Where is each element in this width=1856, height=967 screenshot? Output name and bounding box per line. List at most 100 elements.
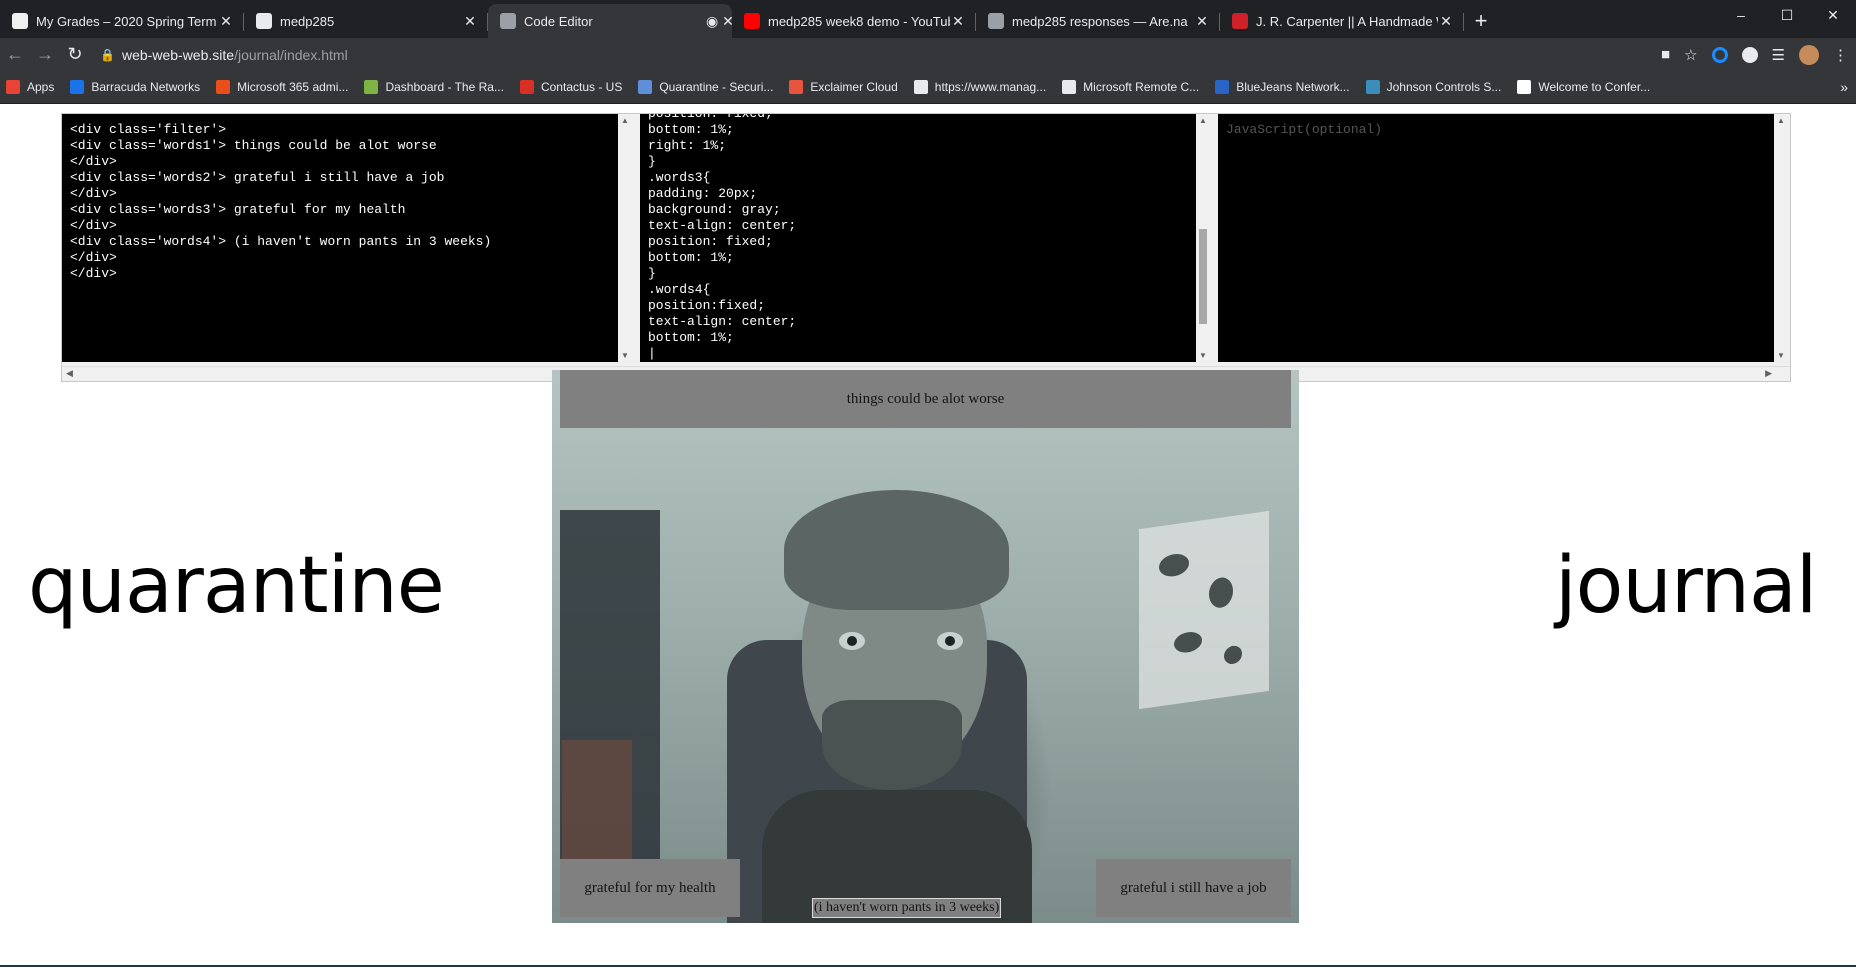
lock-icon: 🔒 — [100, 47, 115, 62]
extension-icon[interactable] — [1711, 46, 1728, 63]
maximize-icon[interactable]: ☐ — [1764, 0, 1810, 30]
html-code: <div class='filter'> <div class='words1'… — [70, 122, 492, 281]
bookmark-item[interactable]: Quarantine - Securi... — [638, 80, 773, 94]
close-window-icon[interactable]: ✕ — [1810, 0, 1856, 30]
words4-caption: (i haven't worn pants in 3 weeks) — [812, 898, 1002, 918]
html-scrollbar[interactable]: ▲ ▼ — [618, 114, 632, 362]
html-editor-pane[interactable]: <div class='filter'> <div class='words1'… — [62, 114, 618, 362]
bitwarden-icon[interactable] — [1741, 46, 1758, 63]
bookmark-icon — [1062, 80, 1077, 94]
bookmark-icon — [638, 80, 653, 94]
avatar[interactable] — [1799, 44, 1819, 65]
reload-icon[interactable]: ↻ — [60, 44, 90, 65]
arena-icon — [988, 13, 1004, 29]
bookmark-label: Johnson Controls S... — [1386, 80, 1502, 94]
bookmark-icon — [364, 80, 379, 94]
bookmark-label: Microsoft 365 admi... — [237, 80, 349, 94]
browser-tab[interactable]: My Grades – 2020 Spring Term (✕ — [0, 4, 244, 38]
code-editor: <div class='filter'> <div class='words1'… — [61, 113, 1791, 382]
bookmarks-bar: Apps Barracuda Networks Microsoft 365 admi… — [0, 71, 1856, 104]
camera-icon[interactable]: ■ — [1661, 46, 1670, 63]
js-editor-pane[interactable]: JavaScript(optional) — [1218, 114, 1774, 362]
tab-title: medp285 — [280, 13, 335, 29]
bookmark-icon — [1517, 80, 1532, 94]
bookmark-item[interactable]: Microsoft 365 admi... — [216, 80, 348, 94]
bookmark-label: Dashboard - The Ra... — [385, 80, 504, 94]
browser-tab[interactable]: J. R. Carpenter || A Handmade W ✕ — [1220, 4, 1464, 38]
tab-title: medp285 week8 demo - YouTub — [768, 13, 950, 29]
browser-tab[interactable]: Code Editor ◉ ✕ — [488, 4, 734, 38]
jrc-icon — [1232, 13, 1248, 29]
bookmark-label: Welcome to Confer... — [1538, 80, 1651, 94]
browser-toolbar: ← → ↻ 🔒 web-web-web.site/journal/index.h… — [0, 38, 1856, 71]
browser-tab[interactable]: medp285 responses — Are.na ✕ — [976, 4, 1220, 38]
close-tab-icon[interactable]: ✕ — [950, 13, 966, 30]
browser-tab[interactable]: medp285 week8 demo - YouTub ✕ — [732, 4, 976, 38]
bookmark-icon — [70, 80, 85, 94]
bookmark-icon — [6, 80, 20, 94]
css-code: position: fixed; bottom: 1%; right: 1%; … — [648, 114, 797, 361]
forward-icon[interactable]: → — [30, 44, 60, 65]
close-tab-icon[interactable]: ✕ — [1438, 13, 1454, 30]
window-controls: – ☐ ✕ — [1718, 0, 1856, 30]
blackboard-icon — [12, 13, 28, 29]
new-tab-button[interactable]: + — [1464, 4, 1498, 38]
journal-heading: journal — [1555, 541, 1817, 631]
bookmark-label: Barracuda Networks — [91, 80, 201, 94]
close-tab-icon[interactable]: ✕ — [218, 13, 234, 30]
minimize-icon[interactable]: – — [1718, 0, 1764, 30]
address-bar[interactable]: 🔒 web-web-web.site/journal/index.html — [100, 47, 348, 63]
webcam-video — [552, 370, 1299, 923]
bookmark-item[interactable]: Apps — [6, 80, 54, 94]
bookmark-star-icon[interactable]: ☆ — [1684, 46, 1697, 64]
quarantine-heading: quarantine — [28, 541, 445, 631]
bookmark-label: Apps — [27, 80, 55, 94]
tab-title: medp285 responses — Are.na — [1012, 13, 1188, 29]
js-placeholder: JavaScript(optional) — [1226, 122, 1383, 137]
tab-title: Code Editor — [524, 13, 593, 29]
close-tab-icon[interactable]: ✕ — [462, 13, 478, 30]
tab-list: My Grades – 2020 Spring Term (✕ medp285 ✕ C… — [0, 0, 1464, 38]
menu-icon[interactable]: ⋮ — [1833, 46, 1848, 64]
bookmark-icon — [1215, 80, 1230, 94]
bookmark-icon — [1365, 80, 1380, 94]
address-host: web-web-web.site — [122, 46, 235, 63]
globe-icon — [256, 13, 272, 29]
bookmark-item[interactable]: Welcome to Confer... — [1517, 80, 1650, 94]
bookmark-item[interactable]: https://www.manag... — [913, 80, 1047, 94]
bookmarks-overflow-icon[interactable]: » — [1840, 79, 1848, 95]
bookmark-label: https://www.manag... — [934, 80, 1047, 94]
bookmark-label: BlueJeans Network... — [1236, 80, 1350, 94]
bookmark-icon — [789, 80, 804, 94]
bookmark-label: Quarantine - Securi... — [659, 80, 774, 94]
bookmark-icon — [216, 80, 231, 94]
close-tab-icon[interactable]: ◉ ✕ — [706, 13, 734, 30]
youtube-icon — [744, 13, 760, 29]
bookmark-item[interactable]: Exclaimer Cloud — [789, 80, 898, 94]
globe-icon — [500, 13, 516, 29]
bookmark-item[interactable]: Dashboard - The Ra... — [364, 80, 504, 94]
webcam-stage: things could be alot worse grateful for … — [552, 370, 1299, 923]
browser-tab[interactable]: medp285 ✕ — [244, 4, 488, 38]
toolbar-actions: ■ ☆ ☰ ⋮ — [1661, 38, 1848, 71]
css-scrollbar[interactable]: ▲ ▼ — [1196, 114, 1210, 362]
bookmark-label: Microsoft Remote C... — [1083, 80, 1200, 94]
bookmark-item[interactable]: Microsoft Remote C... — [1062, 80, 1199, 94]
address-path: /journal/index.html — [234, 46, 348, 63]
tab-title: J. R. Carpenter || A Handmade W — [1256, 13, 1438, 29]
bookmark-item[interactable]: Barracuda Networks — [70, 80, 200, 94]
bookmark-label: Contactus - US — [540, 80, 623, 94]
bookmark-item[interactable]: BlueJeans Network... — [1215, 80, 1350, 94]
words1-banner: things could be alot worse — [560, 370, 1291, 428]
js-scrollbar[interactable]: ▲ ▼ — [1774, 114, 1788, 362]
css-editor-pane[interactable]: position: fixed; bottom: 1%; right: 1%; … — [640, 114, 1196, 362]
bookmark-item[interactable]: Contactus - US — [519, 80, 623, 94]
tab-strip: My Grades – 2020 Spring Term (✕ medp285 ✕ C… — [0, 0, 1856, 38]
close-tab-icon[interactable]: ✕ — [1194, 13, 1210, 30]
bookmark-label: Exclaimer Cloud — [810, 80, 898, 94]
media-control-icon[interactable]: ☰ — [1772, 46, 1785, 64]
bookmark-icon — [519, 80, 534, 94]
bookmark-item[interactable]: Johnson Controls S... — [1365, 80, 1502, 94]
words3-box: grateful for my health — [560, 859, 740, 917]
back-icon[interactable]: ← — [0, 44, 30, 65]
